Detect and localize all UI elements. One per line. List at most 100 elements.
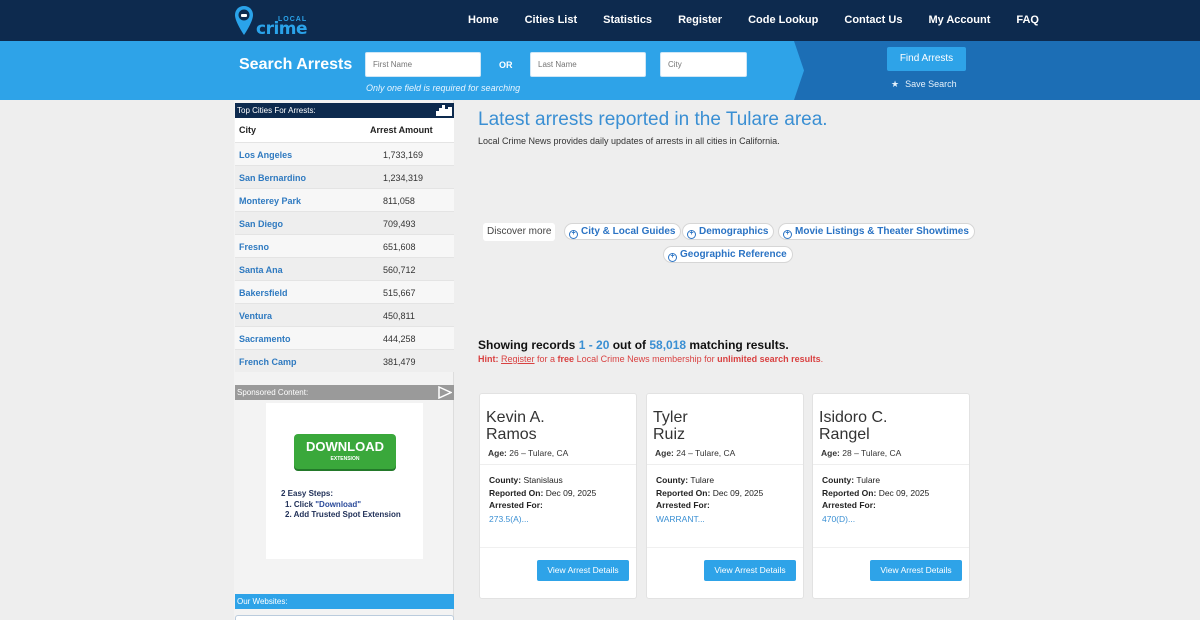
nav-home[interactable]: Home xyxy=(468,0,499,41)
arrestee-name[interactable]: Kevin A. Ramos xyxy=(486,409,545,443)
county-line: County: Tulare xyxy=(656,475,714,485)
ad-choices-icon[interactable] xyxy=(438,386,452,399)
nav-cities-list[interactable]: Cities List xyxy=(525,0,578,41)
last-name-input[interactable] xyxy=(530,52,646,77)
chip-movie-listings[interactable]: + Movie Listings & Theater Showtimes xyxy=(778,223,975,240)
view-arrest-details-button[interactable]: View Arrest Details xyxy=(537,560,629,581)
location-value: Tulare, CA xyxy=(528,448,569,458)
city-row[interactable]: San Bernardino 1,234,319 xyxy=(235,165,454,188)
city-name-link[interactable]: Bakersfield xyxy=(239,288,288,298)
city-row[interactable]: French Camp 381,479 xyxy=(235,349,454,372)
arrested-for-label: Arrested For: xyxy=(656,500,710,510)
search-title: Search Arrests xyxy=(239,56,353,73)
nav-my-account[interactable]: My Account xyxy=(928,0,990,41)
chip-label: Geographic Reference xyxy=(680,249,787,260)
city-name-link[interactable]: Santa Ana xyxy=(239,265,283,275)
map-pin-icon xyxy=(235,6,253,35)
plus-circle-icon: + xyxy=(569,230,578,239)
arrestee-name[interactable]: Tyler Ruiz xyxy=(653,409,688,443)
county-line: County: Stanislaus xyxy=(489,475,563,485)
age-label: Age: xyxy=(655,448,674,458)
county-label: County: xyxy=(822,475,855,485)
sponsored-title: Sponsored Content: xyxy=(237,388,309,397)
register-link[interactable]: Register xyxy=(501,354,535,364)
city-name-link[interactable]: Fresno xyxy=(239,242,269,252)
arrestee-first-name: Kevin A. xyxy=(486,409,545,426)
arrest-card: Kevin A. Ramos Age: 26 – Tulare, CA Count… xyxy=(479,393,637,599)
arrestee-name[interactable]: Isidoro C. Rangel xyxy=(819,409,887,443)
chip-city-local-guides[interactable]: + City & Local Guides xyxy=(564,223,682,240)
hint-text-2: Local Crime News membership for xyxy=(574,354,718,364)
city-name-link[interactable]: San Diego xyxy=(239,219,283,229)
city-name-link[interactable]: French Camp xyxy=(239,357,297,367)
chip-geographic-reference[interactable]: + Geographic Reference xyxy=(663,246,793,263)
arrestee-age-location: Age: 24 – Tulare, CA xyxy=(647,448,803,465)
ad-step-1: 1. Click "Download" xyxy=(281,500,401,511)
county-line: County: Tulare xyxy=(822,475,880,485)
find-arrests-button[interactable]: Find Arrests xyxy=(887,47,966,71)
view-arrest-details-button[interactable]: View Arrest Details xyxy=(704,560,796,581)
county-value: Stanislaus xyxy=(523,475,563,485)
charge-link[interactable]: 470(D)... xyxy=(822,514,855,524)
city-arrest-amount: 381,479 xyxy=(383,357,416,367)
age-separator: – xyxy=(518,448,529,458)
ad-extension-label: EXTENSION xyxy=(330,456,360,462)
arrestee-age-location: Age: 26 – Tulare, CA xyxy=(480,448,636,465)
city-row[interactable]: Monterey Park 811,058 xyxy=(235,188,454,211)
city-arrest-amount: 515,667 xyxy=(383,288,416,298)
chip-label: Demographics xyxy=(699,226,769,237)
city-name-link[interactable]: San Bernardino xyxy=(239,173,306,183)
city-input[interactable] xyxy=(660,52,747,77)
charge-link[interactable]: 273.5(A)... xyxy=(489,514,529,524)
city-row[interactable]: Ventura 450,811 xyxy=(235,303,454,326)
age-value: 28 xyxy=(842,448,852,458)
chip-demographics[interactable]: + Demographics xyxy=(682,223,775,240)
age-separator: – xyxy=(685,448,696,458)
nav-contact-us[interactable]: Contact Us xyxy=(844,0,902,41)
city-row[interactable]: San Diego 709,493 xyxy=(235,211,454,234)
location-value: Tulare, CA xyxy=(861,448,902,458)
arrest-card: Tyler Ruiz Age: 24 – Tulare, CA County: T… xyxy=(646,393,804,599)
arrest-card: Isidoro C. Rangel Age: 28 – Tulare, CA Co… xyxy=(812,393,970,599)
city-name-link[interactable]: Monterey Park xyxy=(239,196,301,206)
card-divider xyxy=(647,547,803,548)
first-name-input[interactable] xyxy=(365,52,481,77)
sponsored-ad[interactable]: DOWNLOAD EXTENSION 2 Easy Steps: 1. Clic… xyxy=(266,403,423,559)
city-row[interactable]: Santa Ana 560,712 xyxy=(235,257,454,280)
records-range: 1 - 20 xyxy=(578,338,610,352)
reported-line: Reported On: Dec 09, 2025 xyxy=(656,488,763,498)
city-name-link[interactable]: Ventura xyxy=(239,311,272,321)
ad-step-1-prefix: 1. Click xyxy=(285,499,316,509)
card-divider xyxy=(813,547,969,548)
city-name-link[interactable]: Sacramento xyxy=(239,334,291,344)
save-search-link[interactable]: ★ Save Search xyxy=(891,79,957,90)
hint-label: Hint: xyxy=(478,354,499,364)
ad-download-button[interactable]: DOWNLOAD EXTENSION xyxy=(294,434,396,469)
nav-register[interactable]: Register xyxy=(678,0,722,41)
charge-link[interactable]: WARRANT... xyxy=(656,514,705,524)
city-row[interactable]: Sacramento 444,258 xyxy=(235,326,454,349)
hint-end: . xyxy=(820,354,824,364)
city-arrest-amount: 1,733,169 xyxy=(383,150,424,160)
city-row[interactable]: Bakersfield 515,667 xyxy=(235,280,454,303)
ad-download-label: DOWNLOAD xyxy=(306,439,384,454)
city-name-link[interactable]: Los Angeles xyxy=(239,150,292,160)
chip-label: City & Local Guides xyxy=(581,226,676,237)
city-row[interactable]: Fresno 651,608 xyxy=(235,234,454,257)
arrested-for-text: Arrested For: xyxy=(656,500,710,510)
site-logo[interactable]: LOCAL crime news xyxy=(234,5,354,59)
nav-statistics[interactable]: Statistics xyxy=(603,0,652,41)
city-row[interactable]: Los Angeles 1,733,169 xyxy=(235,142,454,165)
star-icon: ★ xyxy=(891,79,900,89)
arrestee-first-name: Tyler xyxy=(653,409,688,426)
hint-unlimited: unlimited search results xyxy=(717,354,821,364)
age-label: Age: xyxy=(488,448,507,458)
reported-value: Dec 09, 2025 xyxy=(545,488,597,498)
view-arrest-details-button[interactable]: View Arrest Details xyxy=(870,560,962,581)
discover-more-label: Discover more xyxy=(483,223,556,241)
records-summary: Showing records 1 - 20 out of 58,018 mat… xyxy=(478,338,789,352)
nav-faq[interactable]: FAQ xyxy=(1016,0,1039,41)
age-label: Age: xyxy=(821,448,840,458)
nav-code-lookup[interactable]: Code Lookup xyxy=(748,0,818,41)
main-nav: Home Cities List Statistics Register Cod… xyxy=(468,0,1065,41)
